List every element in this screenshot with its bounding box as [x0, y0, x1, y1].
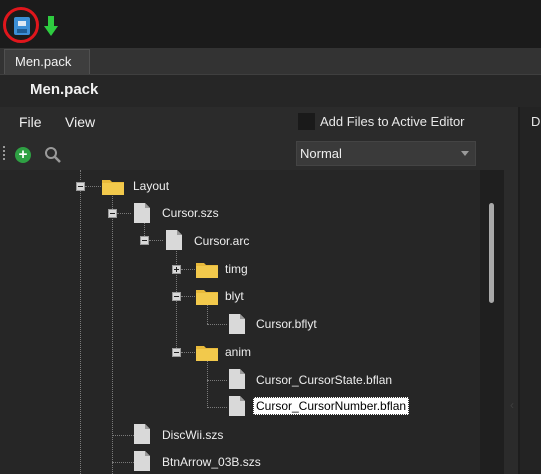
- tree-node-anim[interactable]: anim: [225, 345, 251, 359]
- toolbar-grip-handle[interactable]: [3, 146, 7, 164]
- tree-node-btnarrow-szs[interactable]: BtnArrow_03B.szs: [162, 455, 261, 469]
- tree-connector: [80, 191, 81, 474]
- collapse-toggle[interactable]: [108, 209, 117, 218]
- tree-connector: [181, 352, 195, 353]
- tree-node-layout[interactable]: Layout: [133, 179, 169, 193]
- add-icon[interactable]: +: [15, 147, 31, 163]
- tree-connector: [207, 324, 227, 325]
- folder-icon: [196, 263, 218, 278]
- file-icon: [134, 424, 150, 444]
- folder-icon: [102, 180, 124, 195]
- document-title: Men.pack: [30, 81, 99, 98]
- top-toolbar: [0, 0, 541, 48]
- tree-connector: [80, 170, 81, 180]
- tree-node-discwii-szs[interactable]: DiscWii.szs: [162, 428, 223, 442]
- tree-node-cursornumber-bflan[interactable]: Cursor_CursorNumber.bflan: [253, 397, 410, 415]
- add-files-checkbox[interactable]: [298, 113, 315, 130]
- tree-connector: [149, 240, 163, 241]
- tree-connector: [181, 296, 195, 297]
- collapse-toggle[interactable]: [76, 182, 85, 191]
- tree-connector: [112, 462, 134, 463]
- menu-file[interactable]: File: [19, 114, 42, 130]
- tree-connector: [112, 435, 134, 436]
- collapse-toggle[interactable]: [172, 348, 181, 357]
- tab-men-pack[interactable]: Men.pack: [4, 49, 90, 74]
- add-files-label: Add Files to Active Editor: [320, 114, 465, 129]
- search-icon[interactable]: [44, 146, 62, 164]
- tree-connector: [85, 186, 101, 187]
- file-icon: [229, 396, 245, 416]
- tree-node-blyt[interactable]: blyt: [225, 289, 244, 303]
- right-panel: [520, 107, 541, 474]
- tree-node-cursor-szs[interactable]: Cursor.szs: [162, 206, 219, 220]
- tree-connector: [207, 302, 208, 324]
- file-icon: [229, 369, 245, 389]
- menu-view[interactable]: View: [65, 114, 95, 130]
- tree-connector: [207, 358, 208, 408]
- tree-connector: [117, 213, 131, 214]
- chevron-down-icon: [461, 151, 469, 156]
- folder-icon: [196, 290, 218, 305]
- scrollbar-thumb[interactable]: [489, 203, 494, 303]
- tree-node-cursor-bflyt[interactable]: Cursor.bflyt: [256, 317, 317, 331]
- collapse-toggle[interactable]: [140, 236, 149, 245]
- tree-connector: [207, 380, 227, 381]
- down-arrow-icon[interactable]: [44, 16, 58, 36]
- folder-icon: [196, 346, 218, 361]
- tree-connector: [207, 407, 227, 408]
- tree-node-cursorstate-bflan[interactable]: Cursor_CursorState.bflan: [256, 373, 392, 387]
- file-icon: [134, 203, 150, 223]
- highlight-circle: [3, 7, 39, 43]
- collapse-toggle[interactable]: [172, 292, 181, 301]
- tree-node-cursor-arc[interactable]: Cursor.arc: [194, 234, 249, 248]
- right-panel-label: D: [531, 114, 541, 129]
- tree-node-timg[interactable]: timg: [225, 262, 248, 276]
- file-icon: [134, 451, 150, 471]
- file-icon: [229, 314, 245, 334]
- tree-connector: [176, 246, 177, 356]
- expand-toggle[interactable]: [172, 265, 181, 274]
- chevron-left-icon: ‹: [510, 398, 514, 412]
- filter-select-value: Normal: [300, 146, 342, 161]
- tree-connector: [181, 269, 195, 270]
- file-icon: [166, 230, 182, 250]
